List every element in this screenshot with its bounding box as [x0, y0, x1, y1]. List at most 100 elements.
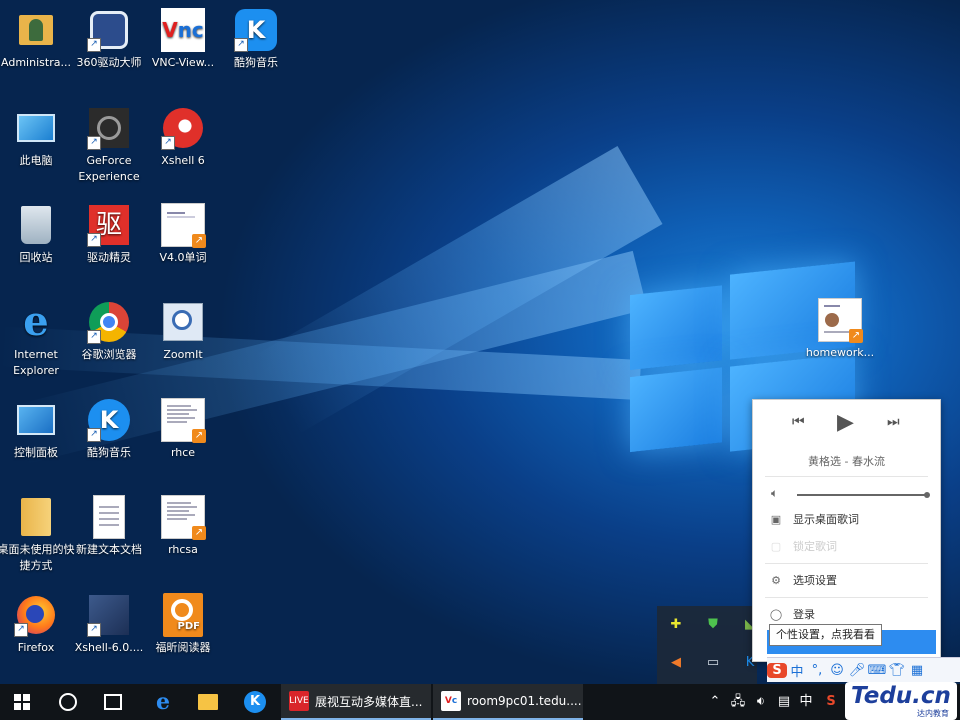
watermark-brand: Tedu.cn — [851, 683, 951, 709]
360-driver-icon: ↗ — [87, 8, 131, 52]
toolbox-icon[interactable]: ▦ — [907, 663, 927, 678]
desktop-icon-label: Administra... — [1, 56, 71, 69]
desktop-icon-kugou[interactable]: K ↗ 酷狗音乐 — [216, 8, 296, 71]
menu-options[interactable]: ⚙ 选项设置 — [769, 571, 930, 591]
windows-start-icon — [14, 694, 30, 710]
desktop-icon-v4-words[interactable]: ↗ V4.0单词 — [143, 203, 223, 266]
desktop-icon-label: 酷狗音乐 — [234, 56, 278, 69]
add-icon[interactable]: ✚ — [667, 616, 685, 634]
desktop-icon-driver-genius[interactable]: 驱 ↗ 驱动精灵 — [69, 203, 149, 266]
desktop-icon-firefox[interactable]: ↗ Firefox — [0, 593, 76, 656]
menu-label: 锁定歌词 — [793, 540, 837, 553]
play-icon[interactable]: ▶ — [837, 410, 854, 435]
desktop-icon-kugou-2[interactable]: K ↗ 酷狗音乐 — [69, 398, 149, 461]
document-icon: ↗ — [818, 298, 863, 343]
task-view-icon — [104, 694, 122, 710]
desktop-icon-this-pc[interactable]: 此电脑 — [0, 106, 76, 169]
next-icon[interactable]: ⏭ — [887, 414, 900, 430]
ime-punct-toggle[interactable]: °, — [807, 663, 827, 678]
desktop-icon-geforce[interactable]: ↗ GeForce Experience — [69, 106, 149, 185]
network-icon[interactable]: 🖧︎ — [727, 684, 749, 720]
desktop-icon-new-text-file[interactable]: 新建文本文档 — [69, 495, 149, 558]
volume-knob[interactable] — [924, 492, 930, 498]
desktop-icon-label: 福昕阅读器 — [155, 641, 211, 654]
kugou-taskbar-button[interactable]: K — [235, 684, 275, 720]
microphone-icon[interactable]: 🎤︎ — [847, 663, 867, 678]
search-button[interactable] — [47, 684, 89, 720]
watermark-sub: 达内教育 — [917, 709, 949, 718]
keyboard-icon[interactable]: ⌨ — [867, 663, 887, 678]
ime-mode-toggle[interactable]: 中 — [787, 661, 807, 680]
taskbar-app-label: 展视互动多媒体直... — [315, 694, 423, 709]
volume-slider[interactable] — [797, 492, 930, 498]
desktop-icon-label: Xshell 6 — [161, 154, 205, 167]
kugou-icon: K ↗ — [87, 398, 131, 442]
desktop-icon-homework[interactable]: ↗ homework... — [800, 298, 880, 361]
document-icon: ↗ — [161, 203, 206, 248]
menu-label: 显示桌面歌词 — [793, 513, 859, 526]
notification-icon[interactable]: ▤ — [773, 684, 795, 720]
screen-icon[interactable]: ▭ — [704, 654, 722, 672]
taskbar-app-label: room9pc01.tedu.... — [467, 694, 582, 708]
show-hidden-icons-button[interactable]: ⌃ — [705, 684, 725, 720]
file-explorer-button[interactable] — [188, 684, 228, 720]
desktop-icon-recycle-bin[interactable]: 回收站 — [0, 203, 76, 266]
sogou-tray-icon[interactable]: S — [820, 684, 842, 720]
emoji-icon[interactable]: ☺ — [827, 663, 847, 678]
menu-login[interactable]: ◯ 登录 — [769, 605, 930, 625]
desktop-icon-label: 驱动精灵 — [87, 251, 131, 264]
desktop-icon-label: 谷歌浏览器 — [81, 348, 137, 361]
taskbar: e K LIVE 展视互动多媒体直... Vc room9pc01.tedu..… — [0, 684, 960, 720]
song-title: 黄格选 - 春水流 — [808, 455, 885, 468]
driver-genius-icon: 驱 ↗ — [87, 203, 131, 247]
xshell-icon: ↗ — [161, 106, 205, 150]
sogou-logo-icon[interactable]: S — [767, 662, 787, 678]
desktop-icon-rhcsa[interactable]: ↗ rhcsa — [143, 495, 223, 558]
sound-tray-icon[interactable]: ◀ — [667, 654, 685, 672]
input-language[interactable]: 中 — [795, 684, 817, 720]
start-button[interactable] — [0, 684, 44, 720]
skin-icon[interactable]: 👕︎ — [887, 663, 907, 678]
ie-icon: e — [23, 298, 49, 345]
desktop-icon-chrome[interactable]: ↗ 谷歌浏览器 — [69, 300, 149, 363]
desktop-icon-unused-shortcuts[interactable]: 桌面未使用的快捷方式 — [0, 495, 76, 574]
previous-icon[interactable]: ⏮ — [792, 414, 805, 430]
foxit-pdf-icon: PDF — [161, 593, 205, 637]
edge-icon[interactable]: e — [143, 684, 183, 720]
desktop-icon-label: Internet Explorer — [13, 348, 59, 377]
menu-show-desktop-lyrics[interactable]: ▣ 显示桌面歌词 — [769, 510, 930, 530]
cortana-icon — [59, 693, 77, 711]
vnc-viewer-icon: Vnc — [161, 8, 205, 52]
volume-tray-icon[interactable]: 🔉︎ — [750, 684, 772, 720]
lock-icon: ▢ — [770, 540, 782, 553]
taskbar-app-vnc[interactable]: Vc room9pc01.tedu.... — [433, 684, 583, 720]
desktop: Administra... 此电脑 回收站 e Internet Explore… — [0, 0, 960, 684]
desktop-icon-label: 控制面板 — [14, 446, 58, 459]
text-file-icon — [87, 495, 131, 539]
desktop-icon-zoomit[interactable]: ZoomIt — [143, 300, 223, 363]
desktop-icon-label: 360驱动大师 — [76, 56, 142, 69]
desktop-icon-xshell-installer[interactable]: ↗ Xshell-6.0.... — [69, 593, 149, 656]
desktop-icon-administrator[interactable]: Administra... — [0, 8, 76, 71]
xshell-installer-icon: ↗ — [87, 593, 131, 637]
recycle-bin-icon — [14, 203, 58, 247]
desktop-icon-internet-explorer[interactable]: e Internet Explorer — [0, 300, 76, 379]
desktop-icon-control-panel[interactable]: 控制面板 — [0, 398, 76, 461]
desktop-icon-rhce[interactable]: ↗ rhce — [143, 398, 223, 461]
desktop-icon-xshell[interactable]: ↗ Xshell 6 — [143, 106, 223, 169]
ime-toolbar: S 中 °, ☺ 🎤︎ ⌨ 👕︎ ▦ — [767, 657, 960, 682]
taskbar-app-live[interactable]: LIVE 展视互动多媒体直... — [281, 684, 431, 720]
lyrics-icon: ▣ — [770, 513, 782, 526]
zoomit-icon — [161, 300, 205, 344]
desktop-icon-foxit-reader[interactable]: PDF 福昕阅读器 — [143, 593, 223, 656]
desktop-icon-360-driver[interactable]: ↗ 360驱动大师 — [69, 8, 149, 71]
folder-icon — [14, 495, 58, 539]
computer-icon — [14, 106, 58, 150]
kugou-icon: K ↗ — [234, 8, 278, 52]
task-view-button[interactable] — [92, 684, 134, 720]
desktop-icon-label: 酷狗音乐 — [87, 446, 131, 459]
desktop-icon-vnc-viewer[interactable]: Vnc VNC-View... — [143, 8, 223, 71]
tedu-watermark: Tedu.cn 达内教育 — [845, 682, 957, 720]
tooltip: 个性设置，点我看看 — [769, 624, 882, 646]
shield-icon[interactable]: ⛊ — [704, 616, 722, 634]
